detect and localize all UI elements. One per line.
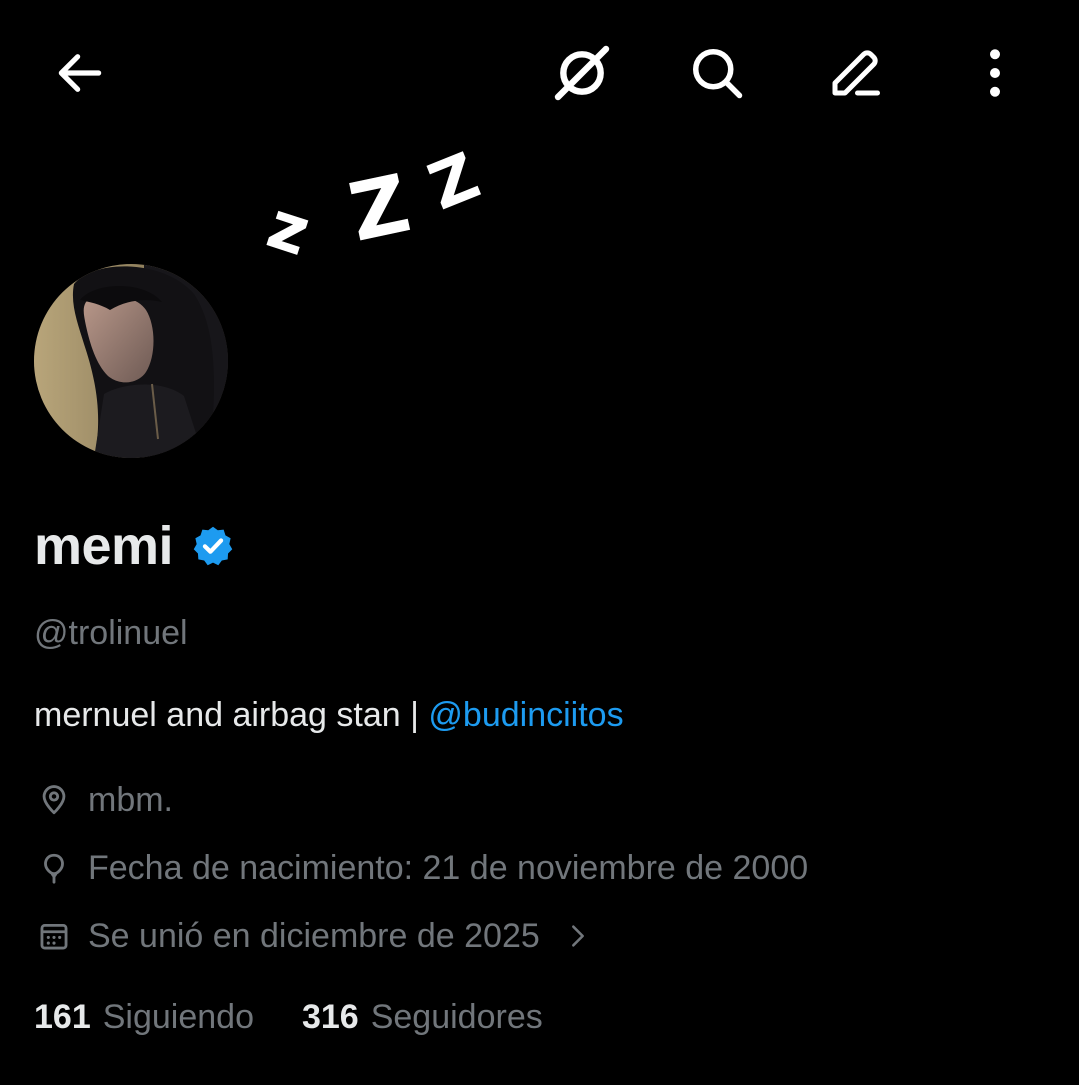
grok-icon bbox=[554, 45, 610, 101]
search-button[interactable] bbox=[677, 33, 757, 113]
followers-link[interactable]: 316 Seguidores bbox=[302, 998, 543, 1037]
search-icon bbox=[693, 49, 743, 99]
balloon-icon bbox=[34, 848, 74, 888]
birthday-text: Fecha de nacimiento: 21 de noviembre de … bbox=[88, 848, 809, 887]
profile-stats: 161 Siguiendo 316 Seguidores bbox=[34, 998, 543, 1037]
bio-mention-link[interactable]: @budinciitos bbox=[428, 696, 623, 734]
more-options-button[interactable] bbox=[955, 33, 1035, 113]
joined-text: Se unió en diciembre de 2025 bbox=[88, 916, 540, 955]
more-vertical-icon bbox=[990, 49, 1000, 97]
zzz-letter-medium: Z bbox=[341, 157, 417, 260]
edit-button[interactable] bbox=[815, 33, 895, 113]
following-label: Siguiendo bbox=[102, 998, 254, 1036]
followers-count: 316 bbox=[301, 998, 359, 1036]
arrow-left-icon bbox=[58, 54, 102, 92]
profile-bio: mernuel and airbag stan | @budinciitos bbox=[34, 696, 624, 735]
verified-badge-icon[interactable] bbox=[191, 524, 235, 568]
zzz-letter-small: z bbox=[259, 186, 319, 271]
avatar-image bbox=[34, 264, 228, 458]
following-count: 161 bbox=[34, 998, 91, 1036]
edit-pencil-icon bbox=[832, 50, 880, 96]
profile-handle: @trolinuel bbox=[34, 614, 188, 652]
followers-label: Seguidores bbox=[370, 998, 543, 1036]
location-text: mbm. bbox=[88, 780, 173, 819]
calendar-icon bbox=[34, 916, 74, 956]
bio-text: mernuel and airbag stan | bbox=[34, 696, 429, 734]
display-name-row: memi bbox=[34, 510, 235, 582]
profile-location: mbm. bbox=[34, 780, 173, 820]
avatar[interactable] bbox=[34, 264, 228, 458]
following-link[interactable]: 161 Siguiendo bbox=[34, 998, 254, 1037]
zzz-letter-large: Z bbox=[419, 139, 490, 225]
location-pin-icon bbox=[34, 780, 74, 820]
back-button[interactable] bbox=[40, 33, 120, 113]
chevron-right-icon bbox=[564, 920, 592, 952]
grok-button[interactable] bbox=[542, 33, 622, 113]
profile-birthday: Fecha de nacimiento: 21 de noviembre de … bbox=[34, 848, 808, 888]
display-name: memi bbox=[34, 516, 174, 576]
profile-joined[interactable]: Se unió en diciembre de 2025 bbox=[34, 916, 592, 956]
